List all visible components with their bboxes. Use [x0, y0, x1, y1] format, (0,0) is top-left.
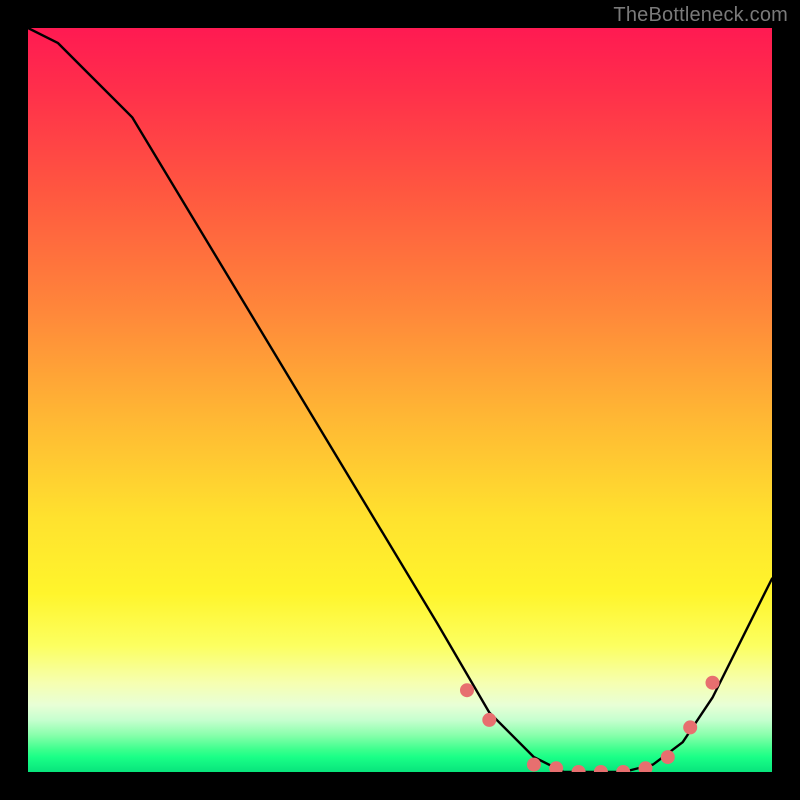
- marker-dot: [706, 676, 720, 690]
- marker-dot: [616, 765, 630, 772]
- marker-dot: [594, 765, 608, 772]
- chart-stage: TheBottleneck.com: [0, 0, 800, 800]
- marker-dot: [639, 761, 653, 772]
- highlight-dots: [460, 676, 720, 772]
- bottleneck-curve-svg: [28, 28, 772, 772]
- marker-dot: [460, 683, 474, 697]
- marker-dot: [549, 761, 563, 772]
- marker-dot: [482, 713, 496, 727]
- marker-dot: [527, 758, 541, 772]
- marker-dot: [572, 765, 586, 772]
- marker-dot: [683, 720, 697, 734]
- plot-area: [28, 28, 772, 772]
- watermark-text: TheBottleneck.com: [613, 4, 788, 27]
- bottleneck-curve: [28, 28, 772, 772]
- marker-dot: [661, 750, 675, 764]
